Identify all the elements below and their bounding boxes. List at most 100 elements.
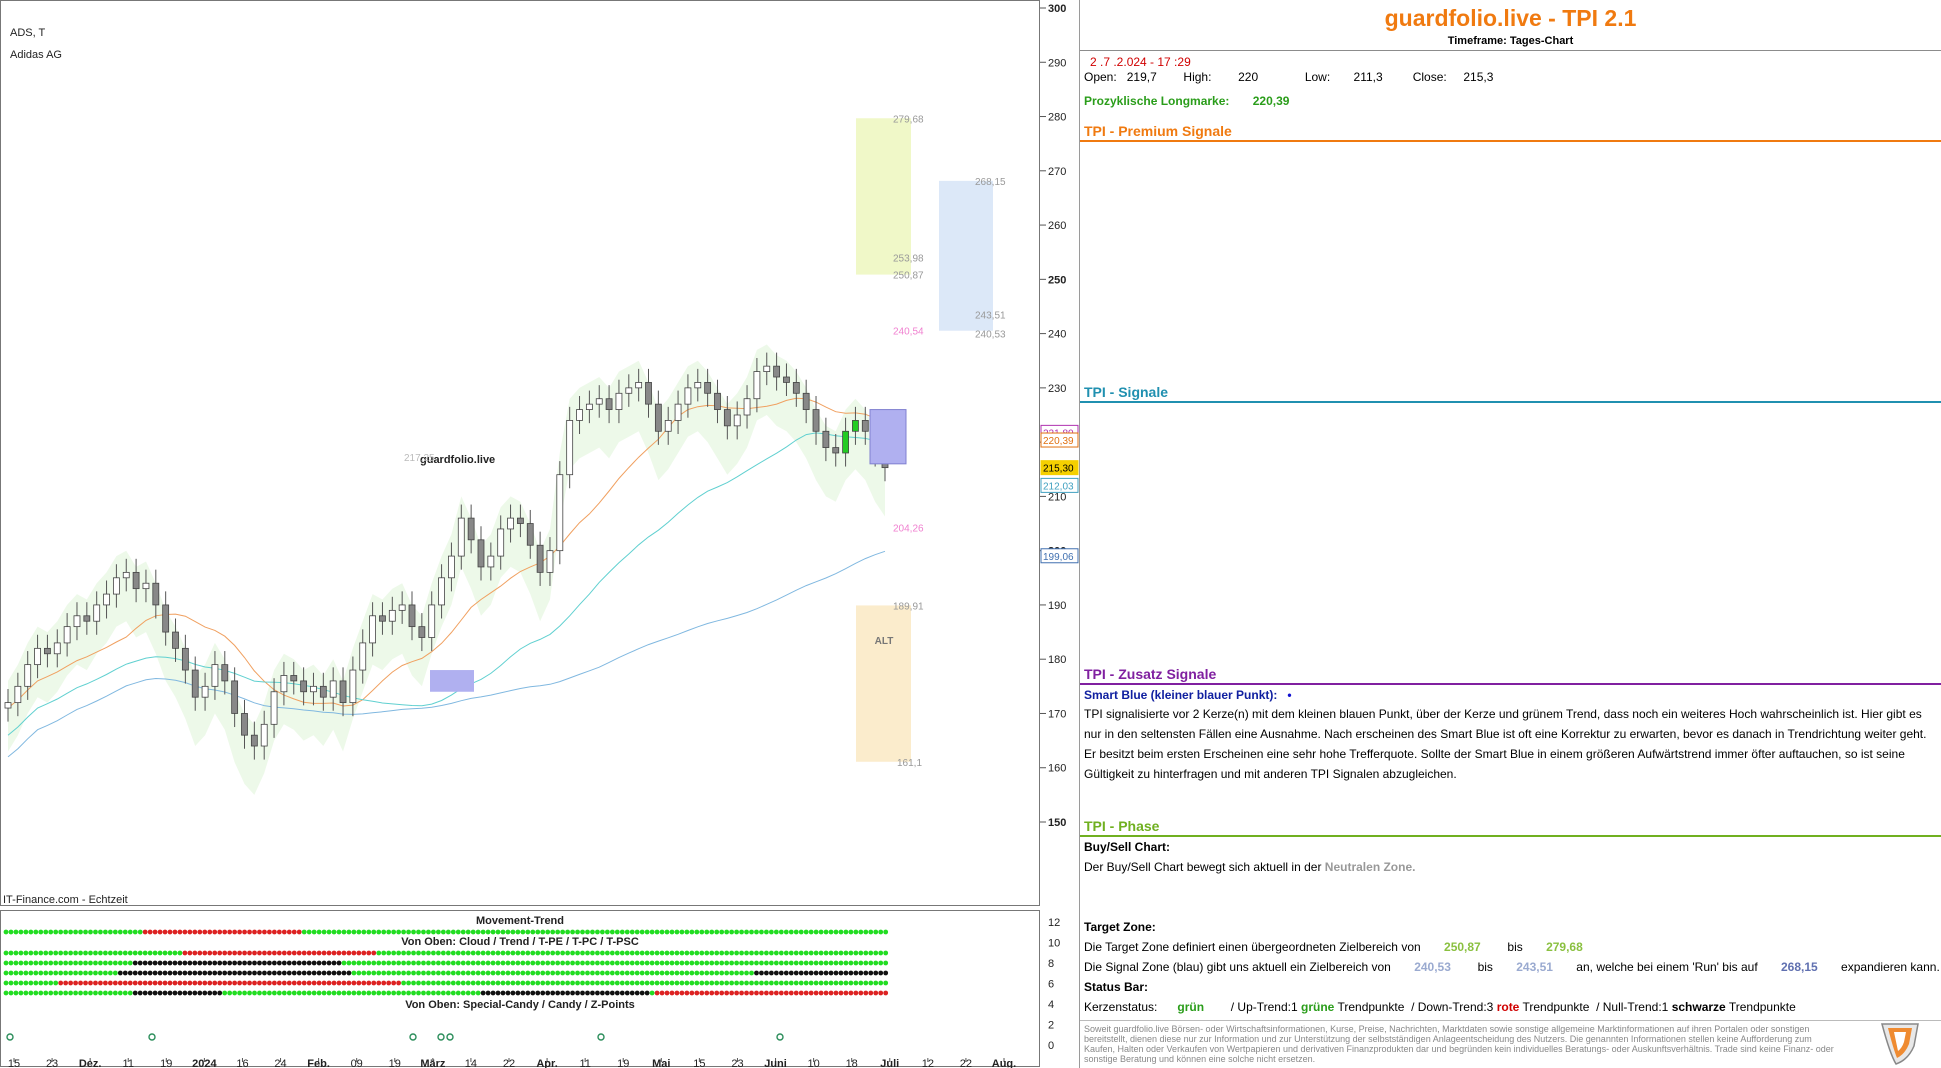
candle-body[interactable] xyxy=(645,382,652,405)
indicator-dot xyxy=(267,929,272,935)
candle-body[interactable] xyxy=(654,403,662,432)
candle-body[interactable] xyxy=(704,382,712,394)
candle-body[interactable] xyxy=(83,615,91,622)
indicator-dot xyxy=(416,950,421,956)
candle-body[interactable] xyxy=(585,403,593,410)
candle-body[interactable] xyxy=(379,615,386,622)
indicator-dot xyxy=(396,980,402,986)
indicator-dot xyxy=(112,950,118,956)
candle-body[interactable] xyxy=(319,685,327,698)
candle-body[interactable] xyxy=(812,409,820,432)
candle-body[interactable] xyxy=(34,647,41,666)
candle-body[interactable] xyxy=(714,392,721,410)
candle-body[interactable] xyxy=(53,642,61,655)
candle-body[interactable] xyxy=(181,647,189,671)
candle-body[interactable] xyxy=(625,387,633,394)
candle-body[interactable] xyxy=(359,642,367,671)
candle-body[interactable] xyxy=(792,382,800,394)
candle-body[interactable] xyxy=(861,420,869,432)
candle-body[interactable] xyxy=(733,414,741,427)
candle-body[interactable] xyxy=(457,517,465,557)
indicator-dot xyxy=(83,950,88,956)
x-tick-label: Apr. xyxy=(536,1058,557,1068)
candle-body[interactable] xyxy=(507,517,514,530)
candle-body[interactable] xyxy=(73,615,81,628)
candle-body[interactable] xyxy=(388,609,396,622)
candle-body[interactable] xyxy=(44,647,51,655)
indicator-dot xyxy=(450,970,456,976)
indicator-dot xyxy=(321,950,327,956)
candle-body[interactable] xyxy=(802,392,810,410)
candle-body[interactable] xyxy=(408,604,416,628)
candle-body[interactable] xyxy=(300,680,308,693)
candle-body[interactable] xyxy=(477,539,485,568)
candle-body[interactable] xyxy=(438,577,445,606)
candle-body[interactable] xyxy=(132,571,140,590)
indicator-dot xyxy=(669,970,675,976)
candle-body[interactable] xyxy=(723,409,731,427)
candle-body[interactable] xyxy=(152,582,160,606)
candle-body[interactable] xyxy=(763,365,771,372)
candle-body[interactable] xyxy=(211,664,219,687)
candle-body[interactable] xyxy=(664,420,672,432)
candle-body[interactable] xyxy=(635,382,643,389)
candle-body[interactable] xyxy=(349,669,357,704)
candle-body[interactable] xyxy=(63,626,71,644)
candle-body[interactable] xyxy=(369,615,376,644)
candle-body[interactable] xyxy=(487,555,495,568)
candle-body[interactable] xyxy=(822,430,830,448)
candle-body[interactable] xyxy=(122,571,130,579)
candle-body[interactable] xyxy=(93,604,101,622)
candle-body[interactable] xyxy=(536,544,544,573)
price-chart[interactable]: ADS, T Adidas AG IT-Finance.com - Echtzeit… xyxy=(0,0,1080,1068)
candle-body[interactable] xyxy=(201,685,209,698)
candle-body[interactable] xyxy=(576,409,583,421)
candle-body[interactable] xyxy=(684,387,692,405)
candle-body[interactable] xyxy=(398,604,406,611)
candle-body[interactable] xyxy=(290,675,298,682)
candle-body[interactable] xyxy=(556,474,564,552)
candle-body[interactable] xyxy=(339,680,347,704)
candle-body[interactable] xyxy=(852,420,859,432)
candle-body[interactable] xyxy=(546,550,554,573)
candle-body[interactable] xyxy=(14,685,22,704)
candle-body[interactable] xyxy=(842,430,849,454)
candle-body[interactable] xyxy=(428,604,436,638)
candle-body[interactable] xyxy=(773,365,781,378)
candle-body[interactable] xyxy=(674,403,682,421)
candle-body[interactable] xyxy=(103,593,110,606)
candle-body[interactable] xyxy=(280,675,288,693)
candle-body[interactable] xyxy=(783,376,790,383)
candle-body[interactable] xyxy=(497,528,505,557)
candle-body[interactable] xyxy=(615,392,623,410)
candle-body[interactable] xyxy=(310,685,317,693)
candle-body[interactable] xyxy=(112,577,120,595)
candle-body[interactable] xyxy=(231,680,239,714)
candle-body[interactable] xyxy=(270,691,278,725)
candle-body[interactable] xyxy=(448,555,455,579)
candle-body[interactable] xyxy=(743,398,751,416)
candle-body[interactable] xyxy=(753,371,761,400)
candle-body[interactable] xyxy=(467,517,475,541)
indicator-dot xyxy=(296,990,302,996)
candle-body[interactable] xyxy=(191,669,199,698)
candle-body[interactable] xyxy=(142,582,150,590)
candle-body[interactable] xyxy=(566,420,574,476)
candle-body[interactable] xyxy=(605,398,613,410)
candle-body[interactable] xyxy=(526,523,534,546)
candle-body[interactable] xyxy=(172,631,179,649)
candle-body[interactable] xyxy=(260,723,268,747)
candle-body[interactable] xyxy=(694,382,702,389)
candle-body[interactable] xyxy=(832,447,840,454)
candle-body[interactable] xyxy=(329,680,337,698)
candle-body[interactable] xyxy=(24,664,32,687)
candle-body[interactable] xyxy=(418,626,426,638)
candle-body[interactable] xyxy=(241,713,248,736)
candle-body[interactable] xyxy=(162,604,170,633)
candle-body[interactable] xyxy=(221,664,229,682)
candle-body[interactable] xyxy=(595,398,603,405)
indicator-dot xyxy=(575,970,580,976)
candle-body[interactable] xyxy=(4,702,12,709)
candle-body[interactable] xyxy=(517,517,524,524)
candle-body[interactable] xyxy=(250,734,258,747)
